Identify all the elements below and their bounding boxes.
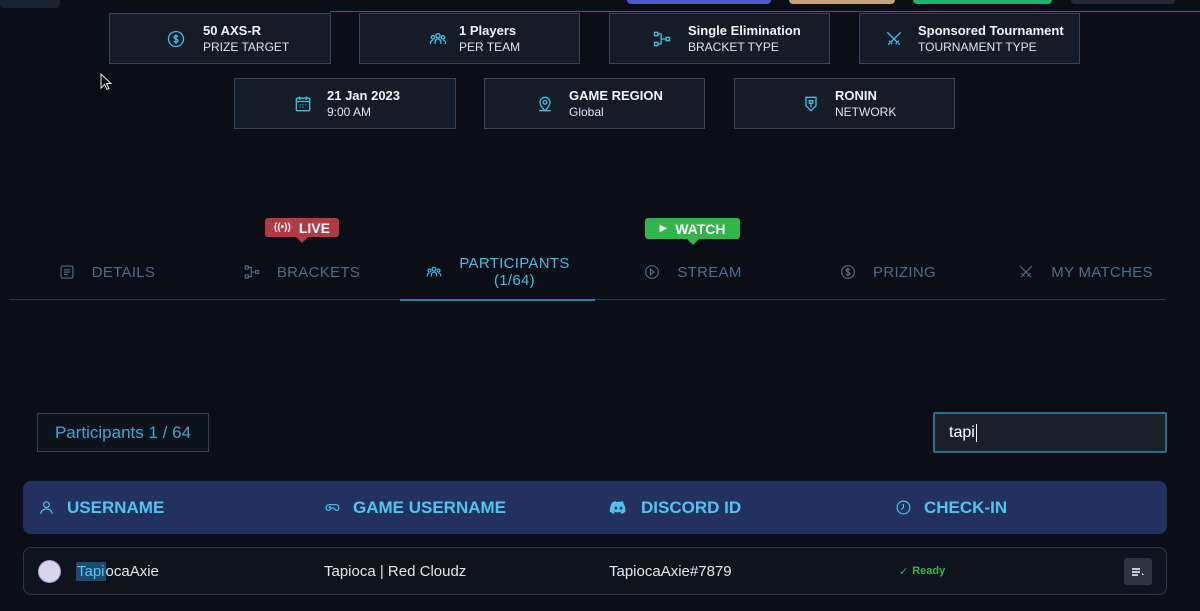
watch-badge[interactable]: ▶ WATCH xyxy=(645,218,740,245)
tab-participants[interactable]: PARTICIPANTS (1/64) xyxy=(400,244,595,301)
info-card-network: RONIN NETWORK xyxy=(734,78,955,129)
column-username: USERNAME xyxy=(38,481,164,534)
watch-badge-label: WATCH xyxy=(675,220,726,237)
tab-prizing[interactable]: PRIZING xyxy=(790,244,985,300)
broadcast-icon: ((•)) xyxy=(274,222,291,233)
info-card-subtitle: BRACKET TYPE xyxy=(688,39,779,54)
tab-details[interactable]: DETAILS xyxy=(9,244,204,300)
check-in-status: Ready xyxy=(912,565,946,577)
discord-icon xyxy=(609,501,626,514)
menu-lines-icon xyxy=(1132,567,1144,576)
search-input-value: tapi xyxy=(949,423,975,441)
tab-label: STREAM xyxy=(677,263,742,281)
team-icon xyxy=(425,263,443,281)
info-card-subtitle: Global xyxy=(569,104,604,119)
team-icon xyxy=(426,27,450,51)
info-card-date: 21 Jan 2023 9:00 AM xyxy=(234,78,456,129)
tab-label: PARTICIPANTS xyxy=(459,255,570,272)
document-icon xyxy=(58,263,76,281)
info-card-title: Sponsored Tournament xyxy=(918,22,1064,38)
clock-icon xyxy=(896,500,911,515)
info-card-title: 21 Jan 2023 xyxy=(327,87,401,103)
tournament-tabs: DETAILS BRACKETS PARTICIPANTS (1/64) STR… xyxy=(9,244,1165,301)
calendar-icon xyxy=(291,92,315,116)
tab-label-count: (1/64) xyxy=(493,272,535,289)
cell-check-in: ✓ Ready xyxy=(899,548,945,594)
column-discord-id: DISCORD ID xyxy=(608,481,741,534)
tab-stream[interactable]: STREAM xyxy=(595,244,790,300)
info-card-subtitle: NETWORK xyxy=(835,104,897,119)
info-card-title: GAME REGION xyxy=(569,87,663,103)
user-icon xyxy=(40,501,53,514)
live-badge[interactable]: ((•)) LIVE xyxy=(265,218,339,243)
column-game-username: GAME USERNAME xyxy=(324,481,506,534)
cell-username: Tapi ocaAxie xyxy=(76,548,159,594)
info-card-title: Single Elimination xyxy=(688,22,801,38)
bracket-icon xyxy=(243,263,261,281)
tab-my-matches[interactable]: MY MATCHES xyxy=(985,244,1165,300)
prize-coin-icon xyxy=(164,27,188,51)
info-card-subtitle: PRIZE TARGET xyxy=(203,39,290,54)
ronin-shield-icon xyxy=(799,92,823,116)
play-icon: ▶ xyxy=(659,223,668,234)
info-card-region: GAME REGION Global xyxy=(484,78,705,129)
info-card-subtitle: TOURNAMENT TYPE xyxy=(918,39,1037,54)
checkmark-icon: ✓ xyxy=(899,565,909,578)
live-badge-label: LIVE xyxy=(298,219,330,236)
prize-coin-icon xyxy=(839,263,857,281)
bracket-icon xyxy=(650,27,674,51)
column-check-in: CHECK-IN xyxy=(895,481,1007,534)
top-action-button-3[interactable] xyxy=(913,0,1052,4)
username-rest: ocaAxie xyxy=(105,562,159,580)
info-card-title: 1 Players xyxy=(459,22,517,38)
tab-label: MY MATCHES xyxy=(1051,263,1153,281)
tab-label: DETAILS xyxy=(91,263,156,281)
tab-label: BRACKETS xyxy=(276,263,361,281)
table-header: USERNAME GAME USERNAME DISCORD ID CHECK-… xyxy=(23,481,1167,534)
top-action-button-2[interactable] xyxy=(789,0,895,4)
top-action-button-4[interactable] xyxy=(1071,0,1175,4)
table-row[interactable]: Tapi ocaAxie Tapioca | Red Cloudz Tapioca… xyxy=(23,547,1167,595)
column-label: CHECK-IN xyxy=(924,497,1008,517)
cell-game-username: Tapioca | Red Cloudz xyxy=(324,562,467,580)
participants-count: Participants 1 / 64 xyxy=(37,413,209,452)
mouse-cursor-icon xyxy=(100,73,112,91)
search-input[interactable]: tapi xyxy=(933,412,1167,453)
crossed-swords-icon xyxy=(1017,263,1035,281)
top-left-fragment xyxy=(0,0,60,8)
column-label: USERNAME xyxy=(67,497,165,517)
top-action-button-1[interactable] xyxy=(627,0,771,4)
play-circle-icon xyxy=(643,263,661,281)
search-match-highlight: Tapi xyxy=(76,561,106,581)
gamepad-icon xyxy=(325,504,340,511)
header-divider xyxy=(330,11,1200,12)
row-menu-button[interactable] xyxy=(1124,558,1152,585)
cell-discord-id: TapiocaAxie#7879 xyxy=(609,562,732,580)
column-label: GAME USERNAME xyxy=(353,497,507,517)
info-card-subtitle: PER TEAM xyxy=(459,39,521,54)
crossed-swords-icon xyxy=(882,27,906,51)
info-card-bracket: Single Elimination BRACKET TYPE xyxy=(609,13,830,64)
info-card-title: 50 AXS-R xyxy=(203,22,262,38)
info-card-title: RONIN xyxy=(835,87,877,103)
text-caret xyxy=(975,423,977,442)
info-card-tournament-type: Sponsored Tournament TOURNAMENT TYPE xyxy=(859,13,1080,64)
tab-brackets[interactable]: BRACKETS xyxy=(204,244,399,300)
info-card-subtitle: 9:00 AM xyxy=(327,104,372,119)
tab-label: PRIZING xyxy=(873,263,936,281)
column-label: DISCORD ID xyxy=(641,497,742,517)
location-pin-icon xyxy=(533,92,557,116)
avatar xyxy=(38,560,61,583)
top-strip xyxy=(0,0,1200,14)
info-card-prize: 50 AXS-R PRIZE TARGET xyxy=(109,13,331,64)
info-card-players: 1 Players PER TEAM xyxy=(359,13,580,64)
